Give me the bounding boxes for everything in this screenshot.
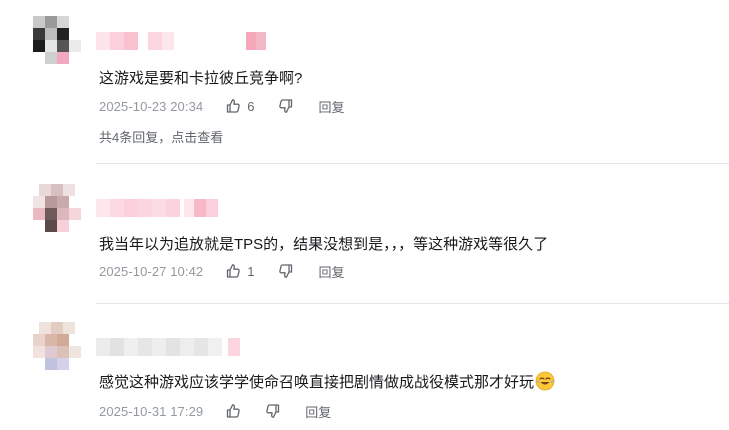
thumbs-up-icon <box>227 99 241 113</box>
comment-text: 这游戏是要和卡拉彼丘竞争啊? <box>99 70 303 87</box>
view-replies-link[interactable]: 共4条回复，点击查看 <box>99 127 223 146</box>
comment-time: 2025-10-27 10:42 <box>99 263 204 279</box>
comment-item: 这游戏是要和卡拉彼丘竞争啊? 2025-10-23 20:34 6 回复 共4条… <box>0 0 729 164</box>
comment-meta: 2025-10-23 20:34 6 回复 <box>99 96 345 116</box>
comment-text: 感觉这种游戏应该学学使命召唤直接把剧情做成战役模式那才好玩 <box>99 371 555 392</box>
comment-time: 2025-10-31 17:29 <box>99 403 204 419</box>
thumbs-up-icon <box>227 404 241 418</box>
dislike-button[interactable] <box>265 403 281 419</box>
thumbs-down-icon <box>266 404 280 418</box>
reply-button[interactable]: 回复 <box>318 97 344 116</box>
avatar[interactable] <box>23 16 81 68</box>
thumbs-down-icon <box>279 99 293 113</box>
nickname-blurred[interactable] <box>96 199 256 217</box>
like-button[interactable] <box>225 403 241 419</box>
nickname-blurred[interactable] <box>96 32 266 50</box>
comment-item: 感觉这种游戏应该学学使命召唤直接把剧情做成战役模式那才好玩 2025-10-31… <box>0 304 729 430</box>
thumbs-up-icon <box>227 264 241 278</box>
like-count: 1 <box>247 263 255 279</box>
dislike-button[interactable] <box>278 98 294 114</box>
like-button[interactable]: 1 <box>225 263 254 279</box>
comment-item: 我当年以为追放就是TPS的，结果没想到是，，，等这种游戏等很久了 2025-10… <box>0 164 729 304</box>
like-button[interactable]: 6 <box>225 98 254 114</box>
thumbs-down-icon <box>279 264 293 278</box>
dislike-button[interactable] <box>278 263 294 279</box>
like-count: 6 <box>247 98 255 114</box>
nickname-blurred[interactable] <box>96 338 256 356</box>
reply-button[interactable]: 回复 <box>318 262 344 281</box>
avatar[interactable] <box>23 184 81 236</box>
laughing-tears-emoji-icon <box>535 371 555 391</box>
comment-time: 2025-10-23 20:34 <box>99 98 204 114</box>
comment-meta: 2025-10-27 10:42 1 回复 <box>99 261 345 281</box>
avatar[interactable] <box>23 322 81 374</box>
comment-text-content: 感觉这种游戏应该学学使命召唤直接把剧情做成战役模式那才好玩 <box>99 374 535 391</box>
comment-meta: 2025-10-31 17:29 回复 <box>99 401 331 421</box>
comment-text: 我当年以为追放就是TPS的，结果没想到是，，，等这种游戏等很久了 <box>99 236 549 253</box>
reply-button[interactable]: 回复 <box>305 402 331 421</box>
